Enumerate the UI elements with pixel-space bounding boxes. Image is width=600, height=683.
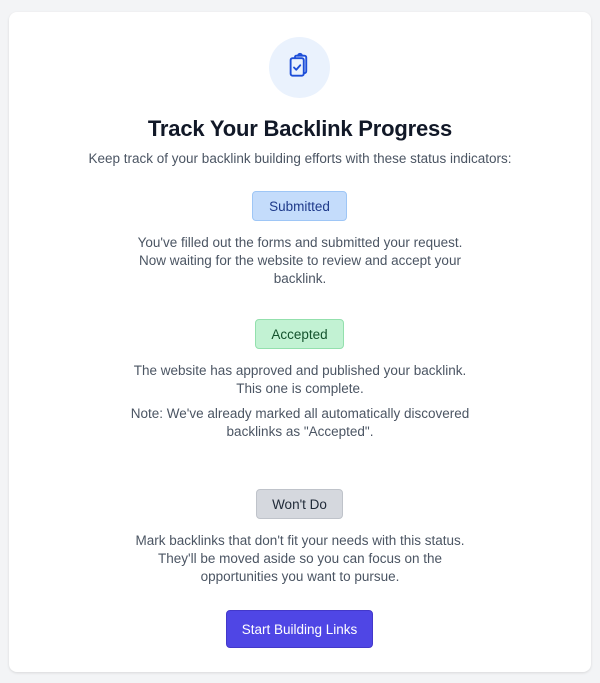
description-text: You've filled out the forms and submitte… (137, 235, 463, 286)
status-description-wont-do: Mark backlinks that don't fit your needs… (9, 532, 591, 586)
description-text: The website has approved and published y… (133, 363, 467, 396)
status-description-submitted: You've filled out the forms and submitte… (9, 234, 591, 288)
page-subtitle: Keep track of your backlink building eff… (88, 151, 512, 166)
status-badge-accepted: Accepted (255, 319, 344, 349)
description-text: Mark backlinks that don't fit your needs… (135, 533, 465, 584)
status-badge-submitted: Submitted (252, 191, 347, 221)
start-building-links-button[interactable]: Start Building Links (226, 610, 373, 648)
icon-badge (269, 37, 330, 98)
status-badge-wont-do: Won't Do (256, 489, 343, 519)
status-note-accepted: Note: We've already marked all automatic… (9, 405, 591, 441)
note-text: Note: We've already marked all automatic… (130, 406, 470, 439)
status-description-accepted: The website has approved and published y… (9, 362, 591, 398)
page-title: Track Your Backlink Progress (147, 116, 453, 141)
onboarding-card: Track Your Backlink Progress Keep track … (9, 12, 591, 672)
clipboard-check-icon (285, 50, 315, 85)
